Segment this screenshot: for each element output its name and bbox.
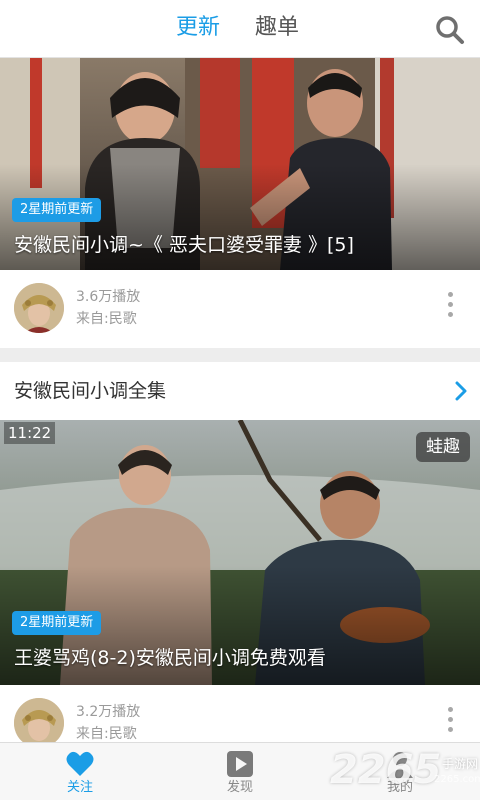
top-bar: 更新 趣单: [0, 0, 480, 58]
video-thumbnail[interactable]: 2星期前更新 安徽民间小调~《 恶夫口婆受罪妻 》[5]: [0, 58, 480, 270]
section-title: 安徽民间小调全集: [14, 380, 167, 402]
update-badge: 2星期前更新: [12, 611, 102, 635]
nav-discover[interactable]: 发现: [180, 743, 300, 800]
collection-section: 安徽民间小调全集 11:22 蛙趣 2星期前更新 王婆骂鸡(8-2)安徽民间小调…: [0, 362, 480, 762]
video-thumbnail[interactable]: 11:22 蛙趣 2星期前更新 王婆骂鸡(8-2)安徽民间小调免费观看: [0, 420, 480, 685]
more-options-icon[interactable]: [446, 292, 454, 322]
avatar-image: [14, 698, 64, 748]
watermark-url: 2265.com: [434, 774, 480, 785]
video-duration: 11:22: [4, 422, 56, 444]
watermark-text: 手游网: [442, 757, 479, 771]
watermark-brand: 2265: [330, 747, 442, 793]
avatar[interactable]: [14, 698, 64, 748]
video-meta: 3.6万播放 来自:民歌: [0, 270, 480, 346]
source-label: 来自:民歌: [76, 726, 137, 742]
source-tag: 蛙趣: [416, 432, 470, 462]
play-count: 3.6万播放: [76, 289, 141, 305]
site-watermark: 2265 手游网 2265.com: [330, 744, 480, 800]
app-screen: 更新 趣单 2星期前更新 安徽民间小调~《 恶夫口婆受罪妻 》[5] 3.6万播…: [0, 0, 480, 800]
avatar[interactable]: [14, 283, 64, 333]
nav-follow[interactable]: 关注: [20, 743, 140, 800]
tab-updates[interactable]: 更新: [176, 13, 220, 43]
nav-label: 关注: [66, 780, 93, 795]
heart-icon: [66, 751, 94, 776]
chevron-right-icon: [455, 381, 467, 401]
more-options-icon[interactable]: [446, 707, 454, 737]
source-label: 来自:民歌: [76, 311, 137, 327]
video-title[interactable]: 安徽民间小调~《 恶夫口婆受罪妻 》[5]: [14, 231, 470, 259]
play-count: 3.2万播放: [76, 704, 141, 720]
video-card: 2星期前更新 安徽民间小调~《 恶夫口婆受罪妻 》[5] 3.6万播放 来自:民…: [0, 58, 480, 348]
section-header[interactable]: 安徽民间小调全集: [0, 362, 480, 420]
nav-label: 发现: [226, 780, 253, 795]
avatar-image: [14, 283, 64, 333]
search-icon[interactable]: [434, 14, 466, 46]
video-title[interactable]: 王婆骂鸡(8-2)安徽民间小调免费观看: [14, 644, 470, 672]
play-icon: [227, 751, 253, 777]
update-badge: 2星期前更新: [12, 198, 102, 222]
tab-lists[interactable]: 趣单: [255, 13, 299, 43]
